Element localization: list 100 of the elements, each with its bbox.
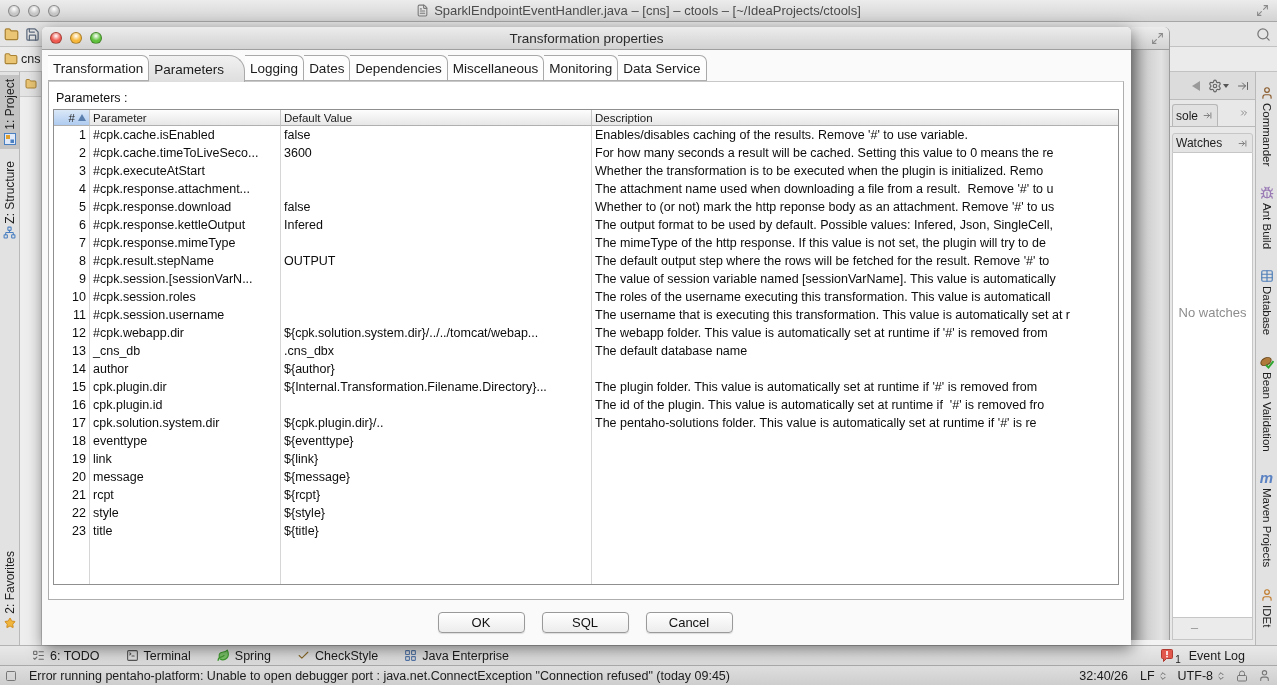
- tool-window-tab[interactable]: Spring: [214, 646, 273, 665]
- status-message: Error running pentaho-platform: Unable to open debugger port : java.net.ConnectException "Connection refused" (today 09:45): [29, 668, 730, 683]
- tab[interactable]: Parameters: [149, 55, 246, 82]
- person-icon[interactable]: [1258, 669, 1271, 682]
- table-cell: #cpk.response.download: [90, 198, 281, 216]
- caret-down-icon[interactable]: [1223, 83, 1229, 88]
- table-cell: false: [281, 198, 592, 216]
- column-header[interactable]: #: [54, 110, 90, 126]
- tool-window-tab[interactable]: IDEt: [1256, 586, 1277, 628]
- table-cell: cpk.solution.system.dir: [90, 414, 281, 432]
- row-number: 22: [54, 504, 90, 522]
- dialog-button[interactable]: SQL: [541, 612, 629, 633]
- tool-window-tab[interactable]: Commander: [1256, 85, 1277, 168]
- dialog-button[interactable]: Cancel: [645, 612, 733, 633]
- row-number: 2: [54, 144, 90, 162]
- cursor-position[interactable]: 32:40/26: [1079, 668, 1128, 683]
- table-cell: ${Internal.Transformation.Filename.Directory}...: [281, 378, 592, 396]
- arrow-to-line-icon[interactable]: [1238, 138, 1247, 148]
- tool-window-tab[interactable]: Database: [1256, 268, 1277, 337]
- tool-window-tab[interactable]: Terminal: [123, 646, 193, 665]
- column-header[interactable]: Description: [592, 110, 1118, 126]
- row-number: 23: [54, 522, 90, 540]
- gear-icon[interactable]: [1208, 78, 1222, 93]
- zoom-button[interactable]: [48, 4, 60, 17]
- tab[interactable]: Transformation: [48, 55, 150, 81]
- dialog-button[interactable]: OK: [437, 612, 525, 633]
- row-number: 11: [54, 306, 90, 324]
- updown-arrows-icon[interactable]: [1157, 670, 1168, 681]
- grid-icon: [404, 649, 418, 662]
- double-chevron-icon[interactable]: [1239, 108, 1249, 118]
- encoding-button[interactable]: UTF-8: [1177, 668, 1226, 683]
- close-button[interactable]: [8, 4, 20, 17]
- tab[interactable]: Data Service: [618, 55, 707, 81]
- table-cell: #cpk.result.stepName: [90, 252, 281, 270]
- table-cell: 3600: [281, 144, 592, 162]
- tool-window-tab[interactable]: m Maven Projects: [1256, 470, 1277, 569]
- close-button[interactable]: [50, 32, 62, 44]
- table-cell: #cpk.executeAtStart: [90, 162, 281, 180]
- search-icon[interactable]: [1256, 26, 1271, 42]
- section-label: Parameters :: [56, 90, 129, 106]
- table-cell: ${title}: [281, 522, 592, 540]
- tool-window-tab[interactable]: Bean Validation: [1256, 354, 1277, 453]
- window-title: SparklEndpointEventHandler.java – [cns] – ctools – [~/IdeaProjects/ctools]: [434, 3, 861, 18]
- fullscreen-icon[interactable]: [1256, 4, 1269, 17]
- save-icon[interactable]: [25, 26, 40, 42]
- row-number: 16: [54, 396, 90, 414]
- folder-icon[interactable]: [4, 26, 19, 42]
- table-cell: cpk.plugin.dir: [90, 378, 281, 396]
- star-icon: [3, 617, 16, 629]
- document-icon: [416, 4, 430, 17]
- event-log-button[interactable]: 1 Event Log: [1159, 646, 1247, 665]
- arrow-to-line-icon[interactable]: [1237, 79, 1249, 92]
- panel-toggle-icon[interactable]: [5, 669, 17, 682]
- tab[interactable]: Logging: [245, 55, 305, 81]
- fullscreen-icon[interactable]: [1151, 31, 1164, 45]
- panel-tab[interactable]: sole: [1172, 104, 1218, 126]
- terminal-icon: [125, 649, 139, 662]
- table-cell-text: The default output step where the rows will be fetched for the result. Remove '#' to: [594, 253, 1051, 270]
- updown-arrows-icon[interactable]: [1216, 670, 1226, 681]
- module-icon: [3, 132, 16, 145]
- table-cell: eventtype: [90, 432, 281, 450]
- table-cell: .cns_dbx: [281, 342, 592, 360]
- tab[interactable]: Dates: [304, 55, 351, 81]
- alert-bubble-icon: [1161, 649, 1174, 662]
- tool-window-tab[interactable]: CheckStyle: [294, 646, 381, 665]
- triangle-left-icon[interactable]: [1192, 80, 1200, 91]
- zoom-button[interactable]: [90, 32, 102, 44]
- table-cell-text: The output format to be used by default. Possible values: Infered, Json, SingleCell,: [594, 217, 1054, 234]
- minimize-button[interactable]: [28, 4, 40, 17]
- table-cell: link: [90, 450, 281, 468]
- table-cell: #cpk.cache.isEnabled: [90, 126, 281, 144]
- tab[interactable]: Monitoring: [544, 55, 619, 81]
- tool-window-tab[interactable]: Ant Build: [1256, 185, 1277, 251]
- column-header[interactable]: Parameter: [90, 110, 281, 126]
- table-cell-text: The default database name: [594, 343, 749, 360]
- minimize-button[interactable]: [70, 32, 82, 44]
- table-cell-text: For how many seconds a result will be cached. Setting this value to 0 means the re: [594, 145, 1055, 162]
- tool-window-tab[interactable]: 6: TODO: [30, 646, 102, 665]
- arrow-to-line-icon[interactable]: [1203, 111, 1212, 120]
- checklist-icon: [32, 649, 45, 662]
- row-number: 1: [54, 126, 90, 144]
- row-number: 10: [54, 288, 90, 306]
- table-cell: cpk.plugin.id: [90, 396, 281, 414]
- tab[interactable]: Miscellaneous: [447, 55, 545, 81]
- tool-window-tab[interactable]: Z: Structure: [0, 156, 19, 244]
- tool-window-tab[interactable]: 1: Project: [0, 75, 19, 149]
- row-number: 14: [54, 360, 90, 378]
- table-cell: #cpk.response.mimeType: [90, 234, 281, 252]
- line-separator-button[interactable]: LF: [1140, 668, 1168, 683]
- breadcrumb-item[interactable]: cns: [21, 52, 41, 66]
- check-icon: [296, 649, 310, 662]
- lock-icon[interactable]: [1236, 669, 1248, 682]
- column-header[interactable]: Default Value: [281, 110, 592, 126]
- folder-icon: [25, 78, 37, 90]
- table-cell-text: The value of session variable named [sessionVarName]. This value is automatically: [594, 271, 1057, 288]
- folder-icon: [4, 52, 18, 66]
- tool-window-tab[interactable]: Java Enterprise: [402, 646, 512, 665]
- tool-window-tab[interactable]: 2: Favorites: [0, 547, 19, 633]
- table-cell-text: Whether to (or not) mark the http reponse body as an attachment. Remove '#' to us: [594, 199, 1056, 216]
- tab[interactable]: Dependencies: [350, 55, 448, 81]
